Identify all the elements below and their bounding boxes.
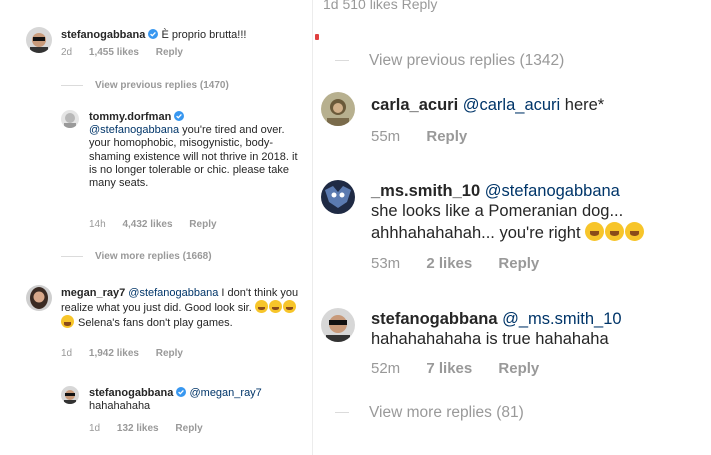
comment-body: _ms.smith_10 @stefanogabbana she looks l… [371, 182, 707, 243]
view-more-label: View more replies (81) [369, 404, 524, 421]
view-more-replies-link[interactable]: View more replies (81) [335, 404, 524, 422]
avatar[interactable] [61, 110, 79, 128]
comment-body: stefanogabbana È proprio brutta!!! [61, 29, 301, 42]
comment-meta: 1d 1,942 likes Reply [61, 348, 197, 359]
reply-button[interactable]: Reply [498, 360, 539, 377]
avatar[interactable] [26, 285, 52, 311]
verified-badge-icon [148, 29, 159, 39]
mention-link[interactable]: @megan_ray7 [189, 387, 261, 399]
mention-link[interactable]: @stefanogabbana [128, 287, 218, 299]
avatar[interactable] [61, 386, 79, 404]
reply-button[interactable]: Reply [426, 128, 467, 145]
comment-meta: 1d 132 likes Reply [89, 423, 217, 434]
divider-dash [61, 84, 83, 86]
comment-time: 53m [371, 255, 401, 272]
comment-username[interactable]: carla_acuri [371, 96, 458, 114]
comment-meta: 2d 1,455 likes Reply [61, 47, 197, 58]
view-more-replies-link[interactable]: View more replies (1668) [61, 251, 212, 262]
clipped-comment-meta: 1d 510 likes Reply [323, 0, 438, 12]
comment-body: tommy.dorfman @stefanogabbana you're tir… [89, 111, 303, 190]
comment-body: stefanogabbana @megan_ray7 hahahahaha [89, 387, 303, 413]
laughing-emoji-icon [61, 315, 74, 329]
laughing-emoji-icon [605, 221, 625, 241]
likes-count[interactable]: 132 likes [117, 423, 159, 434]
verified-badge-icon [176, 387, 187, 397]
likes-count[interactable]: 2 likes [426, 255, 472, 272]
comment-username[interactable]: stefanogabbana [89, 387, 173, 399]
mention-link[interactable]: @stefanogabbana [485, 182, 620, 200]
reply-button[interactable]: Reply [156, 348, 183, 359]
left-screenshot-panel: stefanogabbana È proprio brutta!!! 2d 1,… [0, 0, 312, 455]
comment-meta: 53m 2 likes Reply [371, 255, 561, 272]
avatar[interactable] [321, 180, 355, 214]
laughing-emoji-icon [625, 221, 645, 241]
comment-username[interactable]: stefanogabbana [371, 310, 498, 328]
view-previous-replies-link[interactable]: View previous replies (1342) [335, 52, 564, 70]
reply-button[interactable]: Reply [498, 255, 539, 272]
likes-count[interactable]: 1,455 likes [89, 47, 139, 58]
laughing-emoji-icon [254, 300, 268, 314]
laughing-emoji-icon [585, 221, 605, 241]
mention-link[interactable]: @_ms.smith_10 [502, 310, 621, 328]
clipped-red-mark [315, 34, 319, 40]
comment-time: 2d [61, 47, 73, 58]
divider-dash [335, 412, 349, 414]
verified-badge-icon [174, 111, 185, 121]
comment-text: È proprio brutta!!! [161, 29, 247, 41]
view-previous-label: View previous replies (1470) [95, 80, 229, 91]
comment-meta: 14h 4,432 likes Reply [89, 219, 231, 230]
view-more-label: View more replies (1668) [95, 251, 212, 262]
right-screenshot-panel: 1d 510 likes Reply View previous replies… [312, 0, 711, 455]
comment-text: hahahahaha [89, 400, 151, 413]
mention-link[interactable]: @stefanogabbana [89, 124, 179, 136]
view-previous-label: View previous replies (1342) [369, 52, 565, 69]
comment-meta: 52m 7 likes Reply [371, 360, 561, 377]
divider-dash [335, 60, 349, 62]
laughing-emoji-icon [282, 300, 296, 314]
avatar[interactable] [26, 27, 52, 53]
comment-text: she looks like a Pomeranian dog... [371, 201, 624, 220]
comment-time: 52m [371, 360, 401, 377]
comment-body: megan_ray7 @stefanogabbana I don't think… [61, 287, 301, 331]
comment-username[interactable]: megan_ray7 [61, 287, 125, 299]
comment-time: 55m [371, 128, 401, 145]
comment-text: Selena's fans don't play games. [75, 317, 233, 330]
comment-username[interactable]: _ms.smith_10 [371, 182, 480, 200]
comment-username[interactable]: stefanogabbana [61, 29, 145, 41]
likes-count[interactable]: 7 likes [426, 360, 472, 377]
avatar[interactable] [321, 92, 355, 126]
divider-dash [61, 255, 83, 257]
likes-count[interactable]: 1,942 likes [89, 348, 139, 359]
avatar[interactable] [321, 308, 355, 342]
comment-meta: 55m Reply [371, 128, 489, 145]
comment-body: carla_acuri @carla_acuri here* [371, 96, 701, 116]
comment-time: 14h [89, 219, 106, 230]
comment-time: 1d [61, 348, 73, 359]
laughing-emoji-icon [268, 300, 282, 314]
comment-body: stefanogabbana @_ms.smith_10 hahahahahah… [371, 310, 707, 350]
likes-count[interactable]: 4,432 likes [122, 219, 172, 230]
comment-text: ahhhahahahah... you're right [371, 223, 586, 242]
comment-text: here* [560, 96, 605, 114]
view-previous-replies-link[interactable]: View previous replies (1470) [61, 80, 229, 91]
comment-text: hahahahahaha is true hahahaha [371, 329, 609, 348]
reply-button[interactable]: Reply [156, 47, 183, 58]
comment-time: 1d [89, 423, 101, 434]
reply-button[interactable]: Reply [175, 423, 202, 434]
reply-button[interactable]: Reply [189, 219, 216, 230]
mention-link[interactable]: @carla_acuri [463, 96, 560, 114]
comment-username[interactable]: tommy.dorfman [89, 111, 171, 123]
